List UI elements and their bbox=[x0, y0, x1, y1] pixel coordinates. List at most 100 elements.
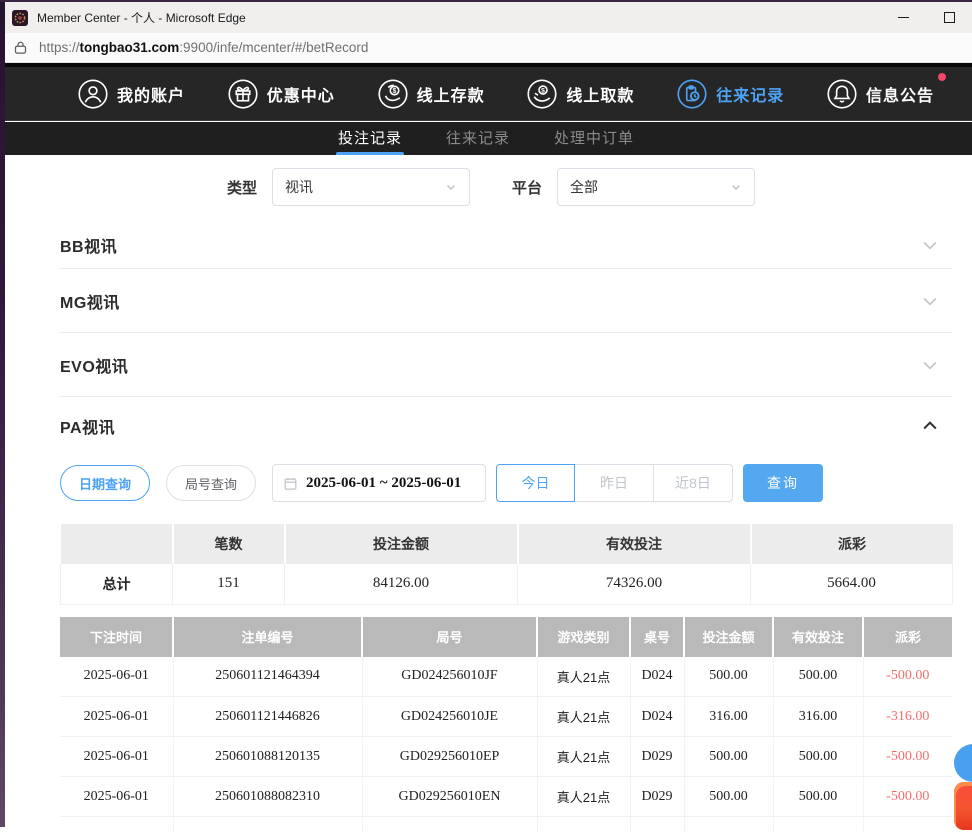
maximize-button[interactable] bbox=[926, 2, 972, 33]
cell-order-no: 250601088082310 bbox=[173, 777, 362, 817]
minimize-button[interactable] bbox=[880, 2, 926, 33]
summary-table: 笔数 投注金额 有效投注 派彩 总计 151 84126.00 74326.00… bbox=[60, 524, 953, 605]
svg-text:$: $ bbox=[392, 88, 396, 95]
table-row: 2025-06-01 250601121446826 GD024256010JE… bbox=[60, 697, 952, 737]
cell-game-type: 真人21点 bbox=[537, 777, 630, 817]
window-titlebar: Member Center - 个人 - Microsoft Edge bbox=[0, 2, 972, 33]
cell-table-no: D029 bbox=[630, 777, 684, 817]
chevron-down-icon bbox=[920, 355, 940, 375]
chevron-down-icon bbox=[920, 235, 940, 255]
cell-bet-amount: 500.00 bbox=[684, 777, 773, 817]
summary-header-count: 笔数 bbox=[173, 524, 285, 564]
window-controls bbox=[880, 2, 972, 33]
summary-header-valid-bet: 有效投注 bbox=[518, 524, 751, 564]
nav-label: 优惠中心 bbox=[267, 82, 335, 106]
lock-icon[interactable] bbox=[13, 40, 28, 55]
tab-pending-orders[interactable]: 处理中订单 bbox=[554, 127, 634, 154]
section-title: MG视讯 bbox=[60, 289, 120, 313]
cell-bet-time: 2025-06-01 bbox=[60, 697, 173, 737]
withdraw-coin-icon: $ bbox=[527, 79, 557, 109]
nav-item-deposit[interactable]: $ 线上存款 bbox=[378, 79, 485, 109]
nav-item-records[interactable]: 往来记录 bbox=[677, 79, 784, 109]
summary-bet-amount: 84126.00 bbox=[285, 564, 518, 604]
tab-bet-records[interactable]: 投注记录 bbox=[338, 127, 402, 154]
section-bb-header[interactable]: BB视讯 bbox=[60, 221, 952, 269]
nav-item-withdraw[interactable]: $ 线上取款 bbox=[527, 79, 634, 109]
cell-round-no: GD029256010EP bbox=[362, 737, 537, 777]
records-clipboard-icon bbox=[677, 79, 707, 109]
nav-label: 信息公告 bbox=[866, 82, 934, 106]
pa-query-controls: 日期查询 局号查询 2025-06-01 ~ 2025-06-01 今日 昨日 … bbox=[60, 464, 952, 502]
nav-label: 我的账户 bbox=[117, 82, 185, 106]
header-valid-bet: 有效投注 bbox=[773, 617, 863, 657]
cell-bet-amount: 500.00 bbox=[684, 657, 773, 697]
window-title: Member Center - 个人 - Microsoft Edge bbox=[37, 9, 246, 26]
header-bet-time: 下注时间 bbox=[60, 617, 173, 657]
window-left-border bbox=[0, 0, 5, 827]
summary-header-row: 笔数 投注金额 有效投注 派彩 bbox=[61, 524, 953, 564]
table-row: 2025-06-01 250601088120135 GD029256010EP… bbox=[60, 737, 952, 777]
page-content: 类型 视讯 平台 全部 BB视讯 MG视讯 EVO视讯 bbox=[5, 155, 972, 827]
chevron-down-icon bbox=[920, 291, 940, 311]
cell-order-no: 250601121446826 bbox=[173, 697, 362, 737]
nav-item-promotions[interactable]: 优惠中心 bbox=[228, 79, 335, 109]
cell-game-type: 真人21点 bbox=[537, 737, 630, 777]
platform-select[interactable]: 全部 bbox=[557, 168, 755, 206]
tab-transaction-records[interactable]: 往来记录 bbox=[446, 127, 510, 154]
nav-label: 线上取款 bbox=[566, 82, 634, 106]
url-path: :9900/infe/mcenter/#/betRecord bbox=[179, 40, 368, 55]
cell-bet-time: 2025-06-01 bbox=[60, 737, 173, 777]
type-select[interactable]: 视讯 bbox=[272, 168, 470, 206]
date-query-button[interactable]: 日期查询 bbox=[60, 465, 150, 501]
type-filter-label: 类型 bbox=[227, 177, 257, 198]
quick-date-group: 今日 昨日 近8日 bbox=[496, 464, 733, 502]
header-order-no: 注单编号 bbox=[173, 617, 362, 657]
main-navigation: 我的账户 优惠中心 $ 线上存款 $ 线上取款 bbox=[0, 67, 972, 121]
cell-table-no: D029 bbox=[630, 737, 684, 777]
cell-payout: -500.00 bbox=[863, 777, 952, 817]
floating-promo-widget[interactable] bbox=[954, 782, 972, 830]
cell-game-type: 真人21点 bbox=[537, 697, 630, 737]
section-pa-header[interactable]: PA视讯 bbox=[60, 397, 952, 454]
nav-item-my-account[interactable]: 我的账户 bbox=[78, 79, 185, 109]
nav-label: 线上存款 bbox=[417, 82, 485, 106]
search-button[interactable]: 查询 bbox=[743, 464, 823, 502]
chevron-down-icon bbox=[445, 181, 457, 193]
minimize-icon bbox=[898, 17, 909, 18]
summary-header-empty bbox=[61, 524, 173, 564]
notification-badge bbox=[938, 73, 946, 81]
url-text[interactable]: https://tongbao31.com:9900/infe/mcenter/… bbox=[39, 40, 368, 55]
sub-navigation: 投注记录 往来记录 处理中订单 bbox=[0, 122, 972, 155]
summary-payout: 5664.00 bbox=[751, 564, 953, 604]
maximize-icon bbox=[944, 12, 955, 23]
browser-address-bar[interactable]: https://tongbao31.com:9900/infe/mcenter/… bbox=[0, 33, 972, 63]
window-top-border bbox=[0, 0, 972, 2]
summary-total-row: 总计 151 84126.00 74326.00 5664.00 bbox=[61, 564, 953, 604]
header-table-no: 桌号 bbox=[630, 617, 684, 657]
filter-row: 类型 视讯 平台 全部 bbox=[227, 168, 952, 206]
yesterday-button[interactable]: 昨日 bbox=[575, 464, 654, 502]
section-title: BB视讯 bbox=[60, 233, 117, 257]
last-8-days-button[interactable]: 近8日 bbox=[654, 464, 733, 502]
cell-payout: -500.00 bbox=[863, 657, 952, 697]
cell-valid-bet: 316.00 bbox=[773, 697, 863, 737]
today-button[interactable]: 今日 bbox=[496, 464, 575, 502]
gift-icon bbox=[228, 79, 258, 109]
header-bet-amount: 投注金额 bbox=[684, 617, 773, 657]
section-mg-header[interactable]: MG视讯 bbox=[60, 269, 952, 333]
header-payout: 派彩 bbox=[863, 617, 952, 657]
summary-valid-bet: 74326.00 bbox=[518, 564, 751, 604]
cell-game-type: 真人21点 bbox=[537, 657, 630, 697]
cell-bet-amount: 316.00 bbox=[684, 697, 773, 737]
cell-round-no: GD024256010JE bbox=[362, 697, 537, 737]
cell-table-no: D024 bbox=[630, 697, 684, 737]
date-range-input[interactable]: 2025-06-01 ~ 2025-06-01 bbox=[272, 464, 486, 502]
round-query-button[interactable]: 局号查询 bbox=[166, 465, 256, 501]
section-evo-header[interactable]: EVO视讯 bbox=[60, 333, 952, 397]
platform-filter-label: 平台 bbox=[512, 177, 542, 198]
cell-round-no: GD029256010EN bbox=[362, 777, 537, 817]
bet-records-table: 下注时间 注单编号 局号 游戏类别 桌号 投注金额 有效投注 派彩 2025-0… bbox=[60, 617, 952, 832]
nav-item-announcements[interactable]: 信息公告 bbox=[827, 79, 934, 109]
date-range-value: 2025-06-01 ~ 2025-06-01 bbox=[306, 475, 461, 492]
table-row: 2025-06-01 250601121464394 GD024256010JF… bbox=[60, 657, 952, 697]
